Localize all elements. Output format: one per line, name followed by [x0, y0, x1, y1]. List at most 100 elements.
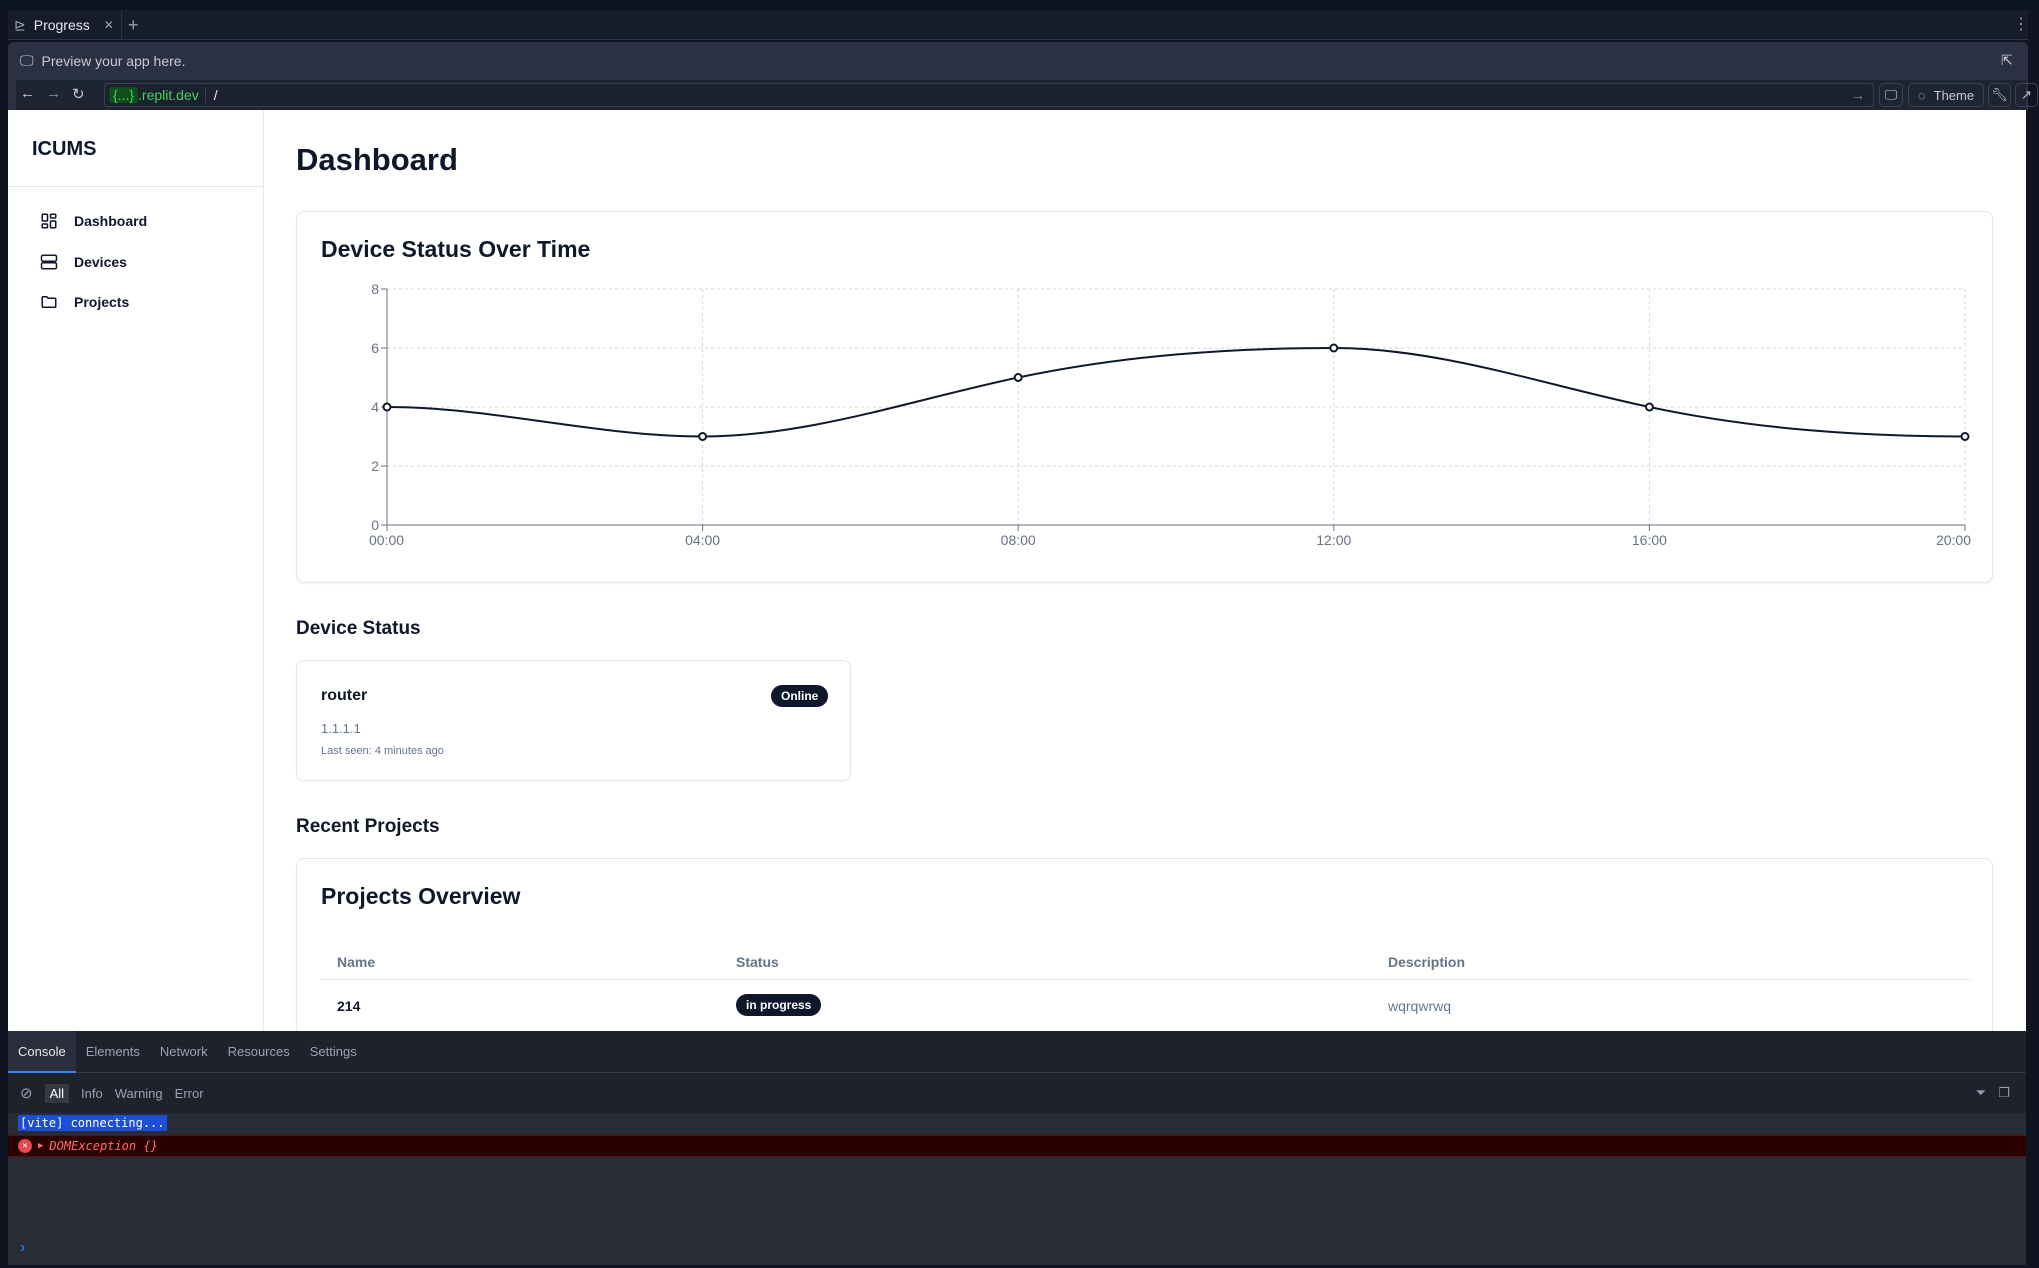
preview-text: Preview your app here.	[41, 52, 186, 69]
close-tab-icon[interactable]: ✕	[104, 18, 114, 32]
series-line	[386, 346, 1966, 438]
data-point	[382, 402, 392, 412]
window-top-bar	[0, 0, 2039, 10]
tab-bar: ⊵ Progress ✕ + ⋮	[8, 10, 2029, 40]
folder-icon	[41, 296, 57, 308]
data-point	[698, 432, 708, 441]
x-tick-label: 20:00	[1936, 532, 1971, 548]
filter-error[interactable]: Error	[175, 1086, 204, 1101]
tab-settings[interactable]: Settings	[300, 1031, 367, 1073]
monitor-icon: 🖵	[20, 52, 34, 68]
console-prompt-icon[interactable]: ›	[20, 1239, 25, 1257]
filter-warning[interactable]: Warning	[115, 1086, 163, 1101]
data-point	[1644, 402, 1654, 412]
expand-triangle-icon[interactable]: ▶	[38, 1141, 43, 1151]
x-tick-label: 12:00	[1316, 532, 1351, 548]
data-point	[1329, 343, 1339, 353]
dashboard-icon	[41, 213, 57, 229]
tab-progress[interactable]: ⊵ Progress ✕	[8, 10, 122, 40]
sidebar: ICUMS Dashboard Devices Projects	[8, 110, 264, 1031]
forward-icon[interactable]: →	[46, 85, 61, 102]
app-preview: ICUMS Dashboard Devices Projects Dashboa…	[8, 110, 2026, 1031]
projects-title: Projects Overview	[321, 883, 521, 909]
page-title: Dashboard	[296, 142, 458, 177]
url-domain-token: {...}	[109, 87, 139, 103]
tab-elements[interactable]: Elements	[76, 1031, 150, 1073]
sidebar-item-devices[interactable]: Devices	[40, 253, 127, 271]
tab-title: Progress	[33, 17, 90, 33]
wrench-icon: 🔧︎	[1991, 87, 2008, 102]
column-header-status[interactable]: Status	[736, 954, 779, 970]
new-tab-button[interactable]: +	[128, 15, 139, 36]
more-options-icon[interactable]: ⋮	[2013, 14, 2029, 34]
x-tick-label: 08:00	[1001, 532, 1036, 548]
sidebar-item-label: Projects	[74, 294, 130, 310]
popout-icon[interactable]: ⇱	[2001, 52, 2013, 69]
external-link-icon: ↗	[2021, 87, 2032, 102]
url-row: ← → ↻ {...} .replit.dev / → 🖵 ◌ Theme 🔧︎ …	[16, 80, 2038, 110]
x-tick-label: 04:00	[685, 532, 720, 548]
device-preview-button[interactable]: 🖵	[1879, 83, 1903, 107]
monitor-icon: 🖵	[1884, 87, 1898, 102]
project-name: 214	[337, 998, 361, 1014]
project-description: wqrqwrwq	[1388, 998, 1452, 1014]
device-status-heading: Device Status	[296, 618, 421, 639]
clear-console-icon[interactable]: ⊘	[20, 1084, 33, 1102]
error-icon: ✕	[18, 1139, 32, 1153]
device-status-line-chart: 0 2 4 6 8 00:00 04:00 08:00 12:00 16:00 20:00	[369, 281, 1971, 548]
sidebar-item-label: Devices	[74, 254, 127, 270]
y-tick-label: 8	[371, 281, 379, 297]
console-filters: ⊘ All Info Warning Error ⏷ ❐	[8, 1073, 2026, 1113]
palette-icon: ◌	[1917, 87, 1926, 103]
devtools-panel: Console Elements Network Resources Setti…	[8, 1031, 2026, 1265]
data-point	[1013, 373, 1023, 382]
sidebar-divider	[8, 186, 264, 187]
tab-network[interactable]: Network	[150, 1031, 218, 1073]
main-content: Dashboard Device Status Over Time 024680…	[264, 110, 2026, 1031]
device-last-seen: Last seen: 4 minutes ago	[321, 745, 444, 757]
reload-icon[interactable]: ↻	[72, 85, 85, 103]
projects-card: Projects Overview Name Status Descriptio…	[296, 858, 1993, 1031]
y-tick-label: 2	[371, 458, 379, 474]
x-tick-label: 16:00	[1632, 532, 1667, 548]
table-row[interactable]: 214 in progress wqrqwrwq	[297, 980, 1994, 1028]
url-path: /	[213, 87, 218, 103]
brand-logo: ICUMS	[32, 138, 97, 160]
devtools-tabs: Console Elements Network Resources Setti…	[8, 1031, 2026, 1073]
url-domain: .replit.dev	[138, 87, 206, 103]
x-tick-label: 00:00	[369, 532, 404, 548]
device-card[interactable]: router Online 1.1.1.1 Last seen: 4 minut…	[296, 660, 851, 781]
tab-resources[interactable]: Resources	[218, 1031, 300, 1073]
sidebar-item-dashboard[interactable]: Dashboard	[40, 212, 147, 230]
go-arrow-icon[interactable]: →	[1851, 87, 1865, 103]
sidebar-item-projects[interactable]: Projects	[40, 293, 129, 311]
data-point	[1960, 432, 1970, 441]
sidebar-item-label: Dashboard	[74, 213, 148, 229]
url-input[interactable]: {...} .replit.dev / →	[104, 83, 1874, 107]
open-new-tab-button[interactable]: ↗	[2015, 83, 2038, 107]
copy-icon[interactable]: ❐	[1998, 1085, 2010, 1101]
recent-projects-heading: Recent Projects	[296, 816, 440, 837]
progress-icon: ⊵	[14, 16, 26, 33]
devtools-button[interactable]: 🔧︎	[1988, 83, 2011, 107]
project-status-badge: in progress	[736, 994, 822, 1016]
y-tick-label: 0	[371, 517, 379, 533]
status-badge: Online	[771, 685, 829, 707]
device-ip: 1.1.1.1	[321, 721, 361, 736]
column-header-description[interactable]: Description	[1388, 954, 1465, 970]
y-tick-label: 6	[371, 340, 379, 356]
console-log-entry[interactable]: [vite] connecting...	[18, 1115, 167, 1131]
filter-info[interactable]: Info	[81, 1086, 103, 1101]
preview-hint: 🖵 Preview your app here.	[20, 52, 185, 69]
preview-bar: 🖵 Preview your app here. ⇱ ← → ↻ {...} .…	[8, 42, 2038, 110]
theme-label: Theme	[1933, 87, 1975, 103]
filter-all[interactable]: All	[44, 1083, 70, 1103]
server-icon	[40, 254, 58, 270]
theme-button[interactable]: ◌ Theme	[1908, 83, 1984, 107]
back-icon[interactable]: ←	[20, 85, 35, 102]
y-tick-label: 4	[371, 399, 379, 415]
tab-console[interactable]: Console	[8, 1031, 76, 1073]
filter-icon[interactable]: ⏷	[1976, 1085, 1986, 1101]
column-header-name[interactable]: Name	[337, 954, 375, 970]
console-error-entry[interactable]: ✕ ▶ DOMException {}	[8, 1135, 2026, 1157]
